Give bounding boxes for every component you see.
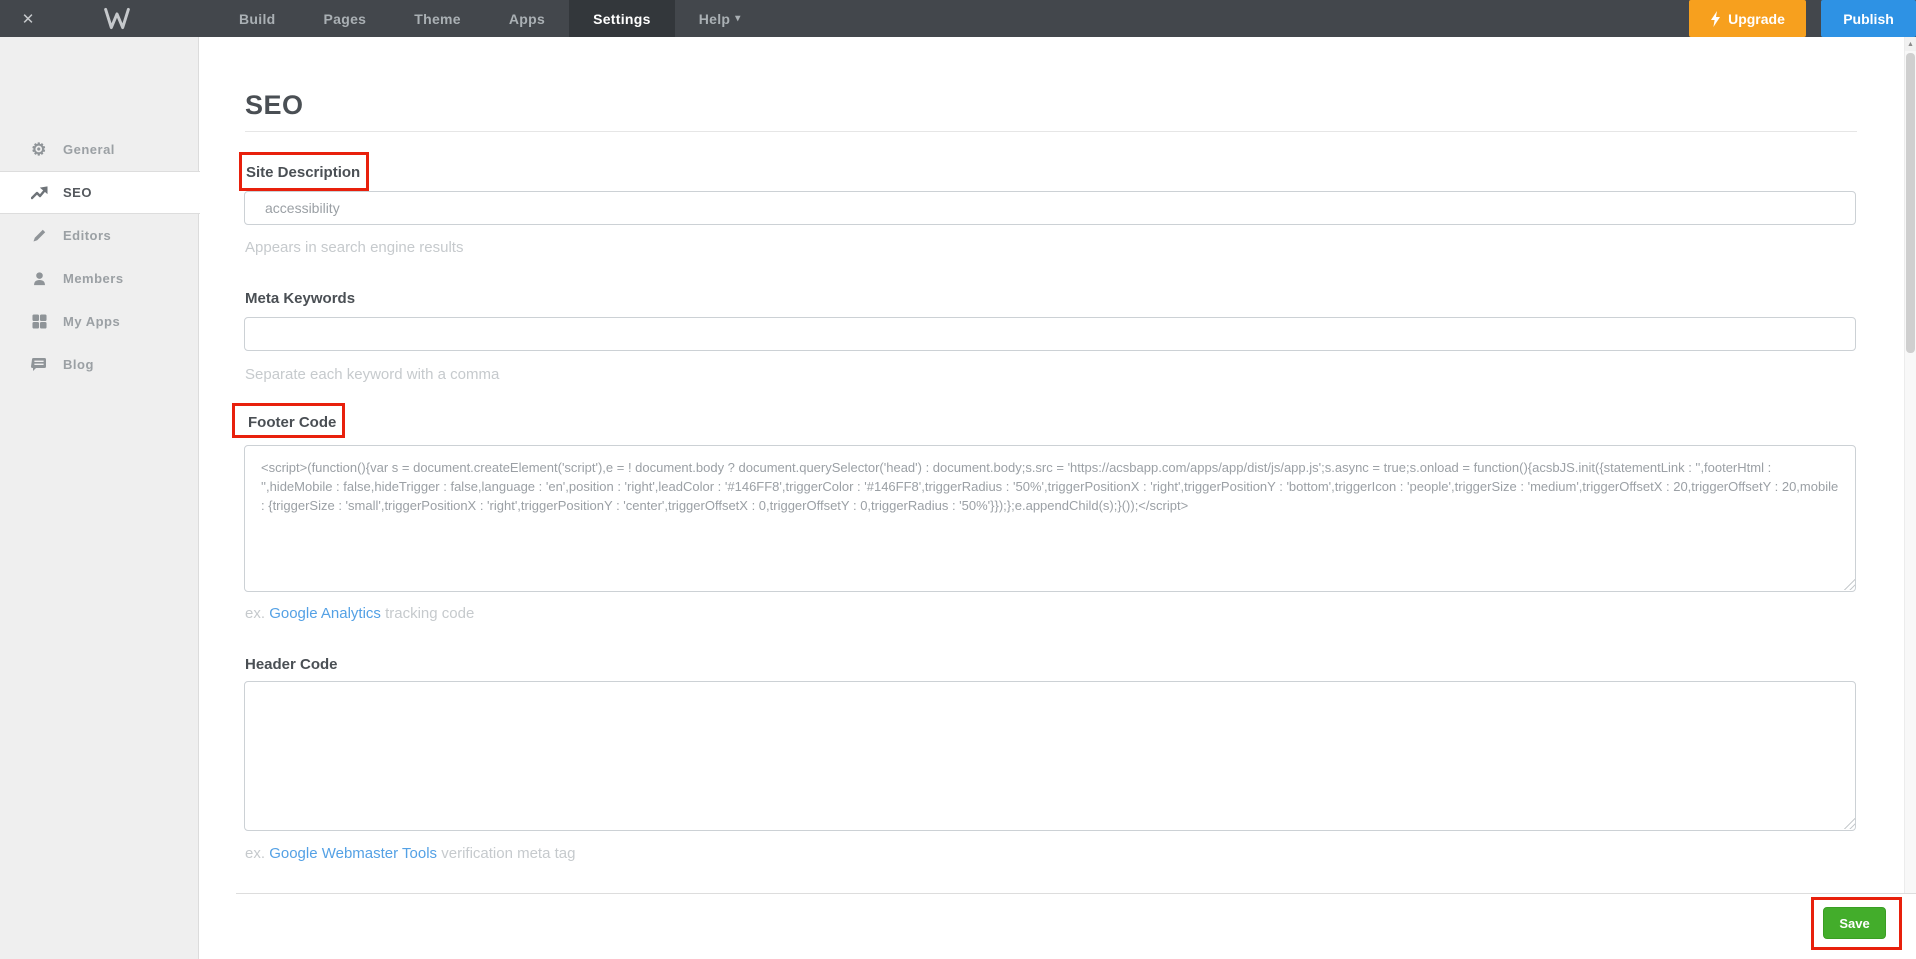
google-webmaster-tools-link[interactable]: Google Webmaster Tools xyxy=(269,845,437,862)
sidebar-item-editors[interactable]: Editors xyxy=(0,214,198,257)
top-nav: Build Pages Theme Apps Settings Help ▾ xyxy=(215,0,765,37)
weebly-logo-icon xyxy=(103,6,131,31)
header-hint-prefix: ex. xyxy=(245,845,269,862)
google-analytics-link[interactable]: Google Analytics xyxy=(269,605,381,622)
page-title: SEO xyxy=(245,90,304,121)
vertical-scrollbar[interactable]: ▲ xyxy=(1904,37,1916,893)
sidebar-item-members-label: Members xyxy=(63,271,124,286)
header-code-textarea[interactable] xyxy=(244,681,1856,831)
sidebar-item-my-apps[interactable]: My Apps xyxy=(0,300,198,343)
site-description-input[interactable] xyxy=(244,191,1856,225)
nav-build-label: Build xyxy=(239,11,276,27)
site-description-hint: Appears in search engine results xyxy=(245,239,463,256)
upgrade-button[interactable]: Upgrade xyxy=(1689,0,1806,37)
nav-settings[interactable]: Settings xyxy=(569,0,675,37)
header-hint-suffix: verification meta tag xyxy=(437,845,575,862)
save-button[interactable]: Save xyxy=(1823,907,1886,939)
meta-keywords-input[interactable] xyxy=(244,317,1856,351)
sidebar-item-members[interactable]: Members xyxy=(0,257,198,300)
title-divider xyxy=(245,131,1857,132)
scrollbar-thumb[interactable] xyxy=(1906,53,1915,353)
nav-help[interactable]: Help ▾ xyxy=(675,0,765,37)
pencil-icon xyxy=(30,227,48,245)
settings-sidebar: ⚙ General SEO Editors Members My Apps xyxy=(0,37,199,959)
footer-hint-suffix: tracking code xyxy=(381,605,474,622)
sidebar-item-seo[interactable]: SEO xyxy=(0,171,200,214)
save-bar xyxy=(200,894,1916,959)
sidebar-item-blog-label: Blog xyxy=(63,357,94,372)
footer-code-label: Footer Code xyxy=(248,414,336,431)
site-description-label: Site Description xyxy=(246,164,360,181)
header-code-label: Header Code xyxy=(245,656,338,673)
nav-theme[interactable]: Theme xyxy=(390,0,485,37)
person-icon xyxy=(30,270,48,288)
nav-settings-label: Settings xyxy=(593,11,651,27)
upgrade-button-label: Upgrade xyxy=(1728,11,1785,27)
sidebar-item-blog[interactable]: Blog xyxy=(0,343,198,386)
footer-code-textarea[interactable]: <script>(function(){var s = document.cre… xyxy=(244,445,1856,592)
nav-apps[interactable]: Apps xyxy=(485,0,569,37)
save-bar-divider xyxy=(236,893,1916,894)
sidebar-item-my-apps-label: My Apps xyxy=(63,314,120,329)
sidebar-item-seo-label: SEO xyxy=(63,185,92,200)
publish-button[interactable]: Publish xyxy=(1821,0,1916,37)
footer-code-hint: ex. Google Analytics tracking code xyxy=(245,605,474,622)
nav-pages[interactable]: Pages xyxy=(300,0,391,37)
sidebar-item-editors-label: Editors xyxy=(63,228,111,243)
nav-pages-label: Pages xyxy=(324,11,367,27)
nav-apps-label: Apps xyxy=(509,11,545,27)
publish-button-label: Publish xyxy=(1843,11,1894,27)
close-icon[interactable]: ✕ xyxy=(14,0,42,37)
chevron-down-icon: ▾ xyxy=(735,13,740,24)
lightning-icon xyxy=(1710,11,1721,27)
nav-build[interactable]: Build xyxy=(215,0,300,37)
gear-icon: ⚙ xyxy=(30,141,48,159)
meta-keywords-label: Meta Keywords xyxy=(245,290,355,307)
sidebar-item-general[interactable]: ⚙ General xyxy=(0,128,198,171)
header-code-hint: ex. Google Webmaster Tools verification … xyxy=(245,845,575,862)
meta-keywords-hint: Separate each keyword with a comma xyxy=(245,366,499,383)
scroll-up-arrow-icon[interactable]: ▲ xyxy=(1905,37,1916,51)
trending-up-icon xyxy=(30,184,48,202)
top-bar: ✕ Build Pages Theme Apps Settings Help ▾… xyxy=(0,0,1916,37)
footer-hint-prefix: ex. xyxy=(245,605,269,622)
chat-bubble-icon xyxy=(30,356,48,374)
nav-help-label: Help xyxy=(699,11,731,27)
nav-theme-label: Theme xyxy=(414,11,461,27)
sidebar-item-general-label: General xyxy=(63,142,115,157)
grid-icon xyxy=(30,313,48,331)
